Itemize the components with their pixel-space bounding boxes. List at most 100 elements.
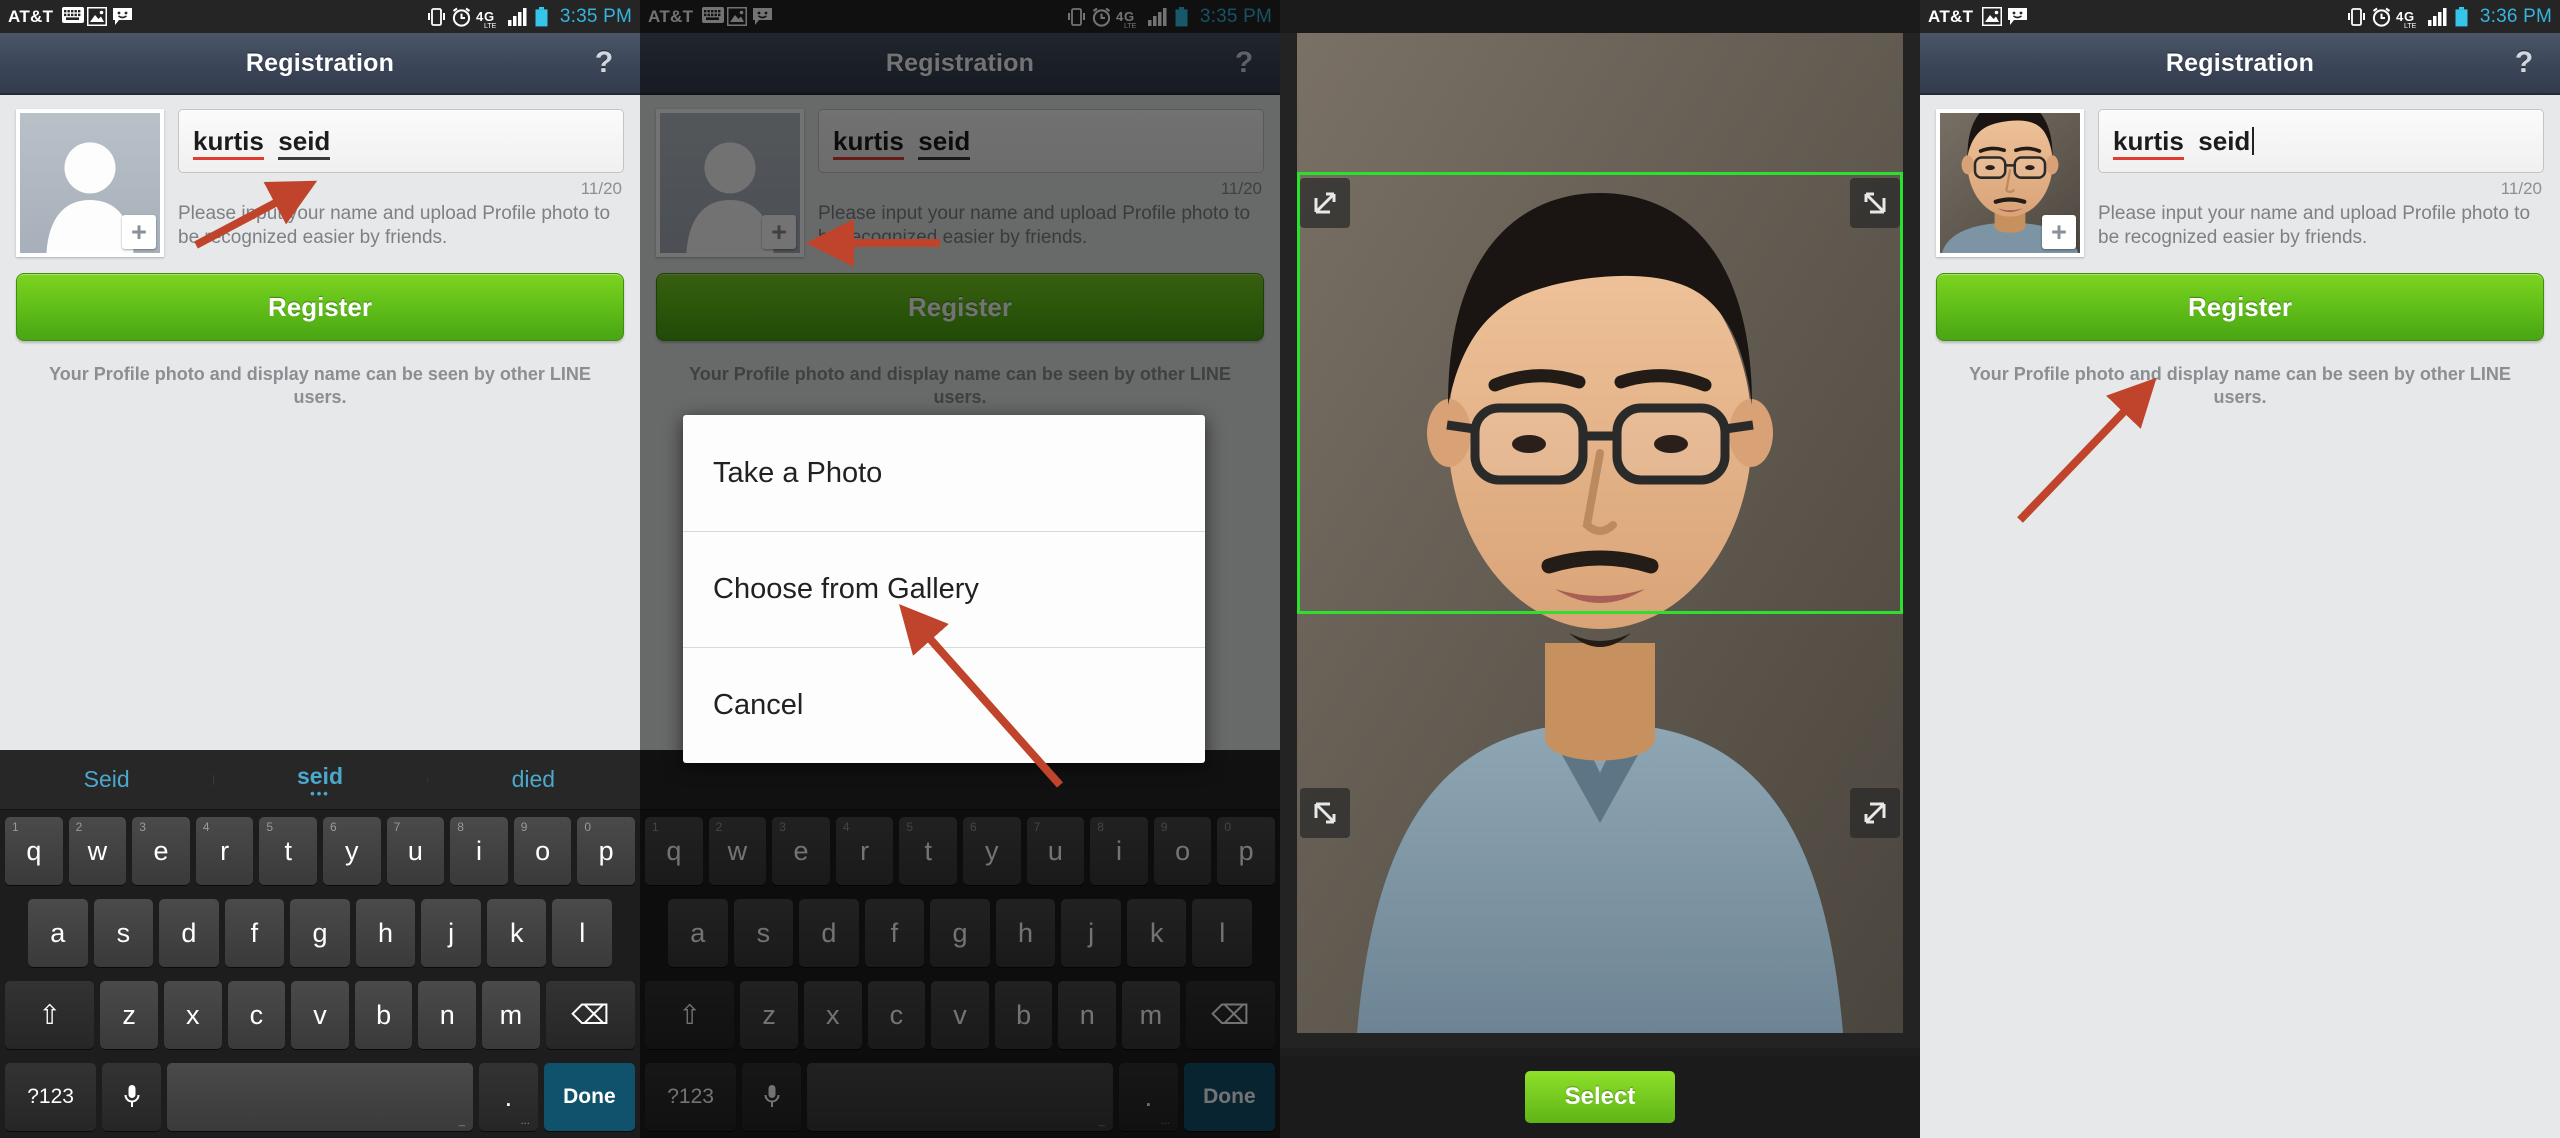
key-label: d	[181, 917, 197, 948]
space-key[interactable]: _	[167, 1063, 473, 1131]
key-t[interactable]: 5t	[259, 817, 317, 885]
status-bar: AT&T 4GLTE 3:35 PM	[0, 0, 640, 33]
key-label: q	[26, 835, 42, 866]
avatar-upload-button[interactable]: +	[16, 109, 164, 257]
key-d[interactable]: d	[159, 899, 219, 967]
form-hint: Please input your name and upload Profil…	[2098, 203, 2531, 249]
key-a[interactable]: a	[27, 899, 88, 967]
resize-handle-bottom-right[interactable]	[1850, 788, 1900, 838]
key-label: o	[535, 835, 551, 866]
shift-key[interactable]: ⇧	[5, 981, 95, 1049]
display-name-input[interactable]: kurtis seid	[178, 109, 624, 173]
plus-icon: +	[2051, 217, 2067, 247]
key-b[interactable]: b	[354, 981, 413, 1049]
key-i[interactable]: 8i	[450, 817, 508, 885]
key-r[interactable]: 4r	[195, 817, 254, 885]
key-label: t	[284, 835, 292, 866]
help-button[interactable]: ?	[2502, 41, 2546, 85]
key-label: v	[313, 999, 327, 1030]
key-f[interactable]: f	[224, 899, 285, 967]
title-bar: Registration ?	[1920, 33, 2560, 95]
alarm-icon	[451, 7, 471, 27]
key-g[interactable]: g	[290, 899, 350, 967]
key-label: g	[312, 917, 328, 948]
key-s[interactable]: s	[93, 899, 154, 967]
key-label: e	[153, 835, 169, 866]
key-label: Done	[563, 1085, 616, 1108]
resize-handle-top-left[interactable]	[1300, 178, 1350, 228]
panel-name-entry: AT&T 4 G LTE 3:35 PM Registration ? + ku…	[0, 0, 640, 1138]
help-icon: ?	[594, 46, 614, 79]
clock-label: 3:35 PM	[559, 5, 632, 27]
resize-handle-bottom-left[interactable]	[1300, 788, 1350, 838]
crop-selection-box[interactable]	[1297, 172, 1903, 614]
key-h[interactable]: h	[355, 899, 416, 967]
key-v[interactable]: v	[291, 981, 349, 1049]
key-k[interactable]: k	[486, 899, 547, 967]
key-label: u	[407, 835, 423, 866]
signal-icon	[2427, 7, 2450, 27]
add-photo-badge[interactable]: +	[122, 215, 156, 249]
period-sub: ...	[520, 1115, 530, 1127]
register-button-label: Register	[2187, 291, 2293, 322]
key-o[interactable]: 9o	[513, 817, 572, 885]
svg-text:G: G	[484, 9, 494, 24]
key-y[interactable]: 6y	[323, 817, 381, 885]
avatar-upload-button[interactable]: +	[1936, 109, 2084, 257]
key-m[interactable]: m	[482, 981, 540, 1049]
svg-text:4: 4	[2396, 9, 2404, 24]
key-label: j	[448, 917, 455, 948]
key-number: 7	[393, 820, 401, 834]
key-x[interactable]: x	[163, 981, 222, 1049]
key-label: a	[50, 917, 66, 948]
keyboard-icon	[62, 6, 85, 27]
crop-viewport[interactable]	[1280, 33, 1920, 1048]
dialog-cancel[interactable]: Cancel	[683, 647, 1205, 763]
form-hint: Please input your name and upload Profil…	[178, 203, 611, 249]
key-label: z	[122, 999, 136, 1030]
register-button[interactable]: Register	[1936, 273, 2544, 341]
suggestion-1[interactable]: seid •••	[213, 762, 426, 800]
name-first-token: kurtis	[193, 125, 264, 160]
soft-keyboard: Seid seid ••• died 1q 2w 3e 4r 5t 6y 7u 8…	[0, 750, 640, 1138]
resize-handle-top-right[interactable]	[1850, 178, 1900, 228]
key-label: p	[598, 835, 614, 866]
suggestion-0[interactable]: Seid	[0, 766, 213, 793]
select-button[interactable]: Select	[1525, 1071, 1675, 1123]
display-name-input[interactable]: kurtis seid	[2098, 109, 2544, 173]
battery-icon	[2455, 6, 2469, 27]
key-q[interactable]: 1q	[5, 817, 63, 885]
key-label: m	[499, 999, 523, 1030]
key-label: k	[509, 917, 524, 948]
period-key[interactable]: ....	[478, 1063, 538, 1131]
key-z[interactable]: z	[100, 981, 158, 1049]
help-button[interactable]: ?	[582, 41, 626, 85]
dialog-choose-gallery[interactable]: Choose from Gallery	[683, 531, 1205, 647]
mic-key[interactable]	[102, 1063, 162, 1131]
name-first-token: kurtis	[2113, 125, 2184, 160]
key-c[interactable]: c	[227, 981, 286, 1049]
dialog-take-photo[interactable]: Take a Photo	[683, 415, 1205, 531]
suggestion-label: seid	[296, 762, 343, 789]
key-l[interactable]: l	[552, 899, 613, 967]
char-counter: 11/20	[2500, 179, 2542, 198]
key-p[interactable]: 0p	[577, 817, 635, 885]
key-label: s	[116, 917, 131, 948]
register-button[interactable]: Register	[16, 273, 624, 341]
key-j[interactable]: j	[421, 899, 481, 967]
4glte-icon: 4GLTE	[476, 7, 502, 28]
key-u[interactable]: 7u	[386, 817, 445, 885]
name-second-token: seid	[278, 125, 331, 160]
key-e[interactable]: 3e	[132, 817, 190, 885]
key-number: 2	[75, 820, 83, 834]
symbols-key[interactable]: ?123	[5, 1063, 97, 1131]
done-key[interactable]: Done	[543, 1063, 635, 1131]
key-number: 5	[266, 820, 274, 834]
suggestion-2[interactable]: died	[426, 766, 640, 793]
backspace-key[interactable]: ⌫	[545, 981, 635, 1049]
key-w[interactable]: 2w	[68, 817, 127, 885]
key-n[interactable]: n	[418, 981, 477, 1049]
clock-label: 3:36 PM	[2479, 5, 2552, 27]
add-photo-badge[interactable]: +	[2042, 215, 2076, 249]
title-bar: Registration ?	[0, 33, 640, 95]
